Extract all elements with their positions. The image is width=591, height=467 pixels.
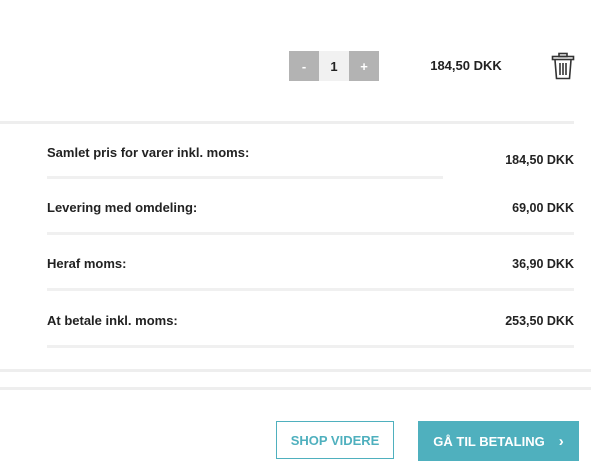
checkout-button[interactable]: GÅ TIL BETALING › [418,421,579,461]
summary-value-vat: 36,90 DKK [512,257,574,271]
trash-icon[interactable] [551,52,575,80]
summary-value-total: 253,50 DKK [505,314,574,328]
summary-value-delivery: 69,00 DKK [512,201,574,215]
divider [0,121,574,124]
line-item-price: 184,50 DKK [430,58,502,73]
divider [0,369,591,372]
summary-value-subtotal: 184,50 DKK [505,153,574,167]
summary-label-subtotal: Samlet pris for varer inkl. moms: [47,145,250,160]
divider [47,288,574,291]
divider [47,345,574,348]
increment-button[interactable]: + [349,51,379,81]
summary-label-total: At betale inkl. moms: [47,313,178,328]
summary-label-delivery: Levering med omdeling: [47,200,198,215]
divider [47,176,443,179]
divider [0,387,591,390]
continue-shopping-button[interactable]: SHOP VIDERE [276,421,394,459]
quantity-stepper[interactable]: - 1 + [289,51,379,81]
summary-label-vat: Heraf moms: [47,256,127,271]
checkout-button-label: GÅ TIL BETALING [433,433,545,449]
chevron-right-icon: › [558,432,564,450]
divider [47,232,574,235]
decrement-button[interactable]: - [289,51,319,81]
quantity-value[interactable]: 1 [319,51,349,81]
